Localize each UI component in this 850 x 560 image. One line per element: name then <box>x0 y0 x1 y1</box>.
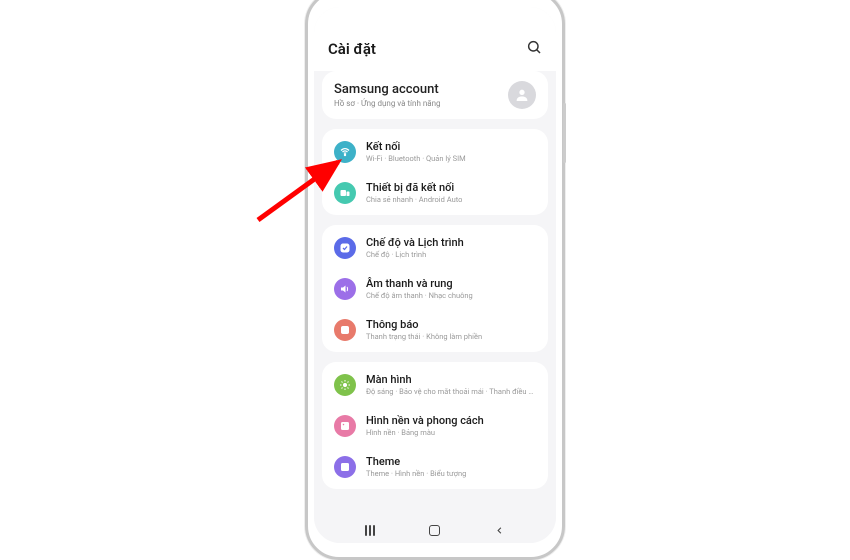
row-title: Chế độ và Lịch trình <box>366 236 464 249</box>
row-title: Kết nối <box>366 140 466 153</box>
search-button[interactable] <box>526 39 542 59</box>
row-subtitle: Độ sáng · Bảo vệ cho mắt thoải mái · Tha… <box>366 387 536 396</box>
settings-row-display[interactable]: Màn hìnhĐộ sáng · Bảo vệ cho mắt thoải m… <box>322 364 548 405</box>
wifi-icon <box>334 141 356 163</box>
nav-home-button[interactable] <box>429 525 440 536</box>
avatar[interactable] <box>508 81 536 109</box>
row-texts: ThemeTheme · Hình nền · Biểu tượng <box>366 455 466 478</box>
picture-icon <box>334 415 356 437</box>
page-title: Cài đặt <box>328 40 376 58</box>
settings-row-notifications[interactable]: Thông báoThanh trạng thái · Không làm ph… <box>322 309 548 350</box>
row-subtitle: Theme · Hình nền · Biểu tượng <box>366 469 466 478</box>
settings-group-connectivity: Kết nốiWi-Fi · Bluetooth · Quản lý SIM Th… <box>322 129 548 215</box>
devices-icon <box>334 182 356 204</box>
theme-icon <box>334 456 356 478</box>
settings-row-wallpaper[interactable]: Hình nền và phong cáchHình nền · Bảng mà… <box>322 405 548 446</box>
bell-icon <box>334 319 356 341</box>
row-texts: Kết nốiWi-Fi · Bluetooth · Quản lý SIM <box>366 140 466 163</box>
row-title: Thông báo <box>366 318 482 331</box>
row-subtitle: Chế độ âm thanh · Nhạc chuông <box>366 291 473 300</box>
row-subtitle: Chế độ · Lịch trình <box>366 250 464 259</box>
sun-icon <box>334 374 356 396</box>
settings-group-sound-notify: Chế độ và Lịch trìnhChế độ · Lịch trình Â… <box>322 225 548 352</box>
phone-frame: Cài đặt Samsung account Hồ sơ · Ứng dụng… <box>305 0 565 560</box>
person-icon <box>514 87 530 103</box>
row-texts: Hình nền và phong cáchHình nền · Bảng mà… <box>366 414 484 437</box>
nav-back-button[interactable] <box>494 525 505 536</box>
row-title: Thiết bị đã kết nối <box>366 181 462 194</box>
check-icon <box>334 237 356 259</box>
row-texts: Thông báoThanh trạng thái · Không làm ph… <box>366 318 482 341</box>
row-subtitle: Chia sẻ nhanh · Android Auto <box>366 195 462 204</box>
status-bar <box>314 7 556 29</box>
android-nav-bar <box>314 517 556 543</box>
settings-row-sound[interactable]: Âm thanh và rungChế độ âm thanh · Nhạc c… <box>322 268 548 309</box>
sound-icon <box>334 278 356 300</box>
settings-row-connected-devices[interactable]: Thiết bị đã kết nốiChia sẻ nhanh · Andro… <box>322 172 548 213</box>
row-texts: Chế độ và Lịch trìnhChế độ · Lịch trình <box>366 236 464 259</box>
account-texts: Samsung account Hồ sơ · Ứng dụng và tính… <box>334 82 441 108</box>
row-texts: Màn hìnhĐộ sáng · Bảo vệ cho mắt thoải m… <box>366 373 536 396</box>
row-subtitle: Wi-Fi · Bluetooth · Quản lý SIM <box>366 154 466 163</box>
account-subtitle: Hồ sơ · Ứng dụng và tính năng <box>334 99 441 108</box>
settings-row-theme[interactable]: ThemeTheme · Hình nền · Biểu tượng <box>322 446 548 487</box>
account-title: Samsung account <box>334 82 441 97</box>
row-texts: Âm thanh và rungChế độ âm thanh · Nhạc c… <box>366 277 473 300</box>
volume-side-button <box>563 103 566 163</box>
row-title: Màn hình <box>366 373 536 386</box>
row-title: Hình nền và phong cách <box>366 414 484 427</box>
row-title: Theme <box>366 455 466 468</box>
row-subtitle: Hình nền · Bảng màu <box>366 428 484 437</box>
search-icon <box>526 39 542 55</box>
settings-row-modes[interactable]: Chế độ và Lịch trìnhChế độ · Lịch trình <box>322 227 548 268</box>
row-subtitle: Thanh trạng thái · Không làm phiền <box>366 332 482 341</box>
settings-header: Cài đặt <box>314 29 556 71</box>
screen: Cài đặt Samsung account Hồ sơ · Ứng dụng… <box>314 7 556 543</box>
settings-group-display: Màn hìnhĐộ sáng · Bảo vệ cho mắt thoải m… <box>322 362 548 489</box>
settings-row-connections[interactable]: Kết nốiWi-Fi · Bluetooth · Quản lý SIM <box>322 131 548 172</box>
row-title: Âm thanh và rung <box>366 277 473 290</box>
settings-list[interactable]: Samsung account Hồ sơ · Ứng dụng và tính… <box>314 71 556 517</box>
nav-recents-button[interactable] <box>365 525 375 536</box>
samsung-account-card[interactable]: Samsung account Hồ sơ · Ứng dụng và tính… <box>322 71 548 119</box>
row-texts: Thiết bị đã kết nốiChia sẻ nhanh · Andro… <box>366 181 462 204</box>
